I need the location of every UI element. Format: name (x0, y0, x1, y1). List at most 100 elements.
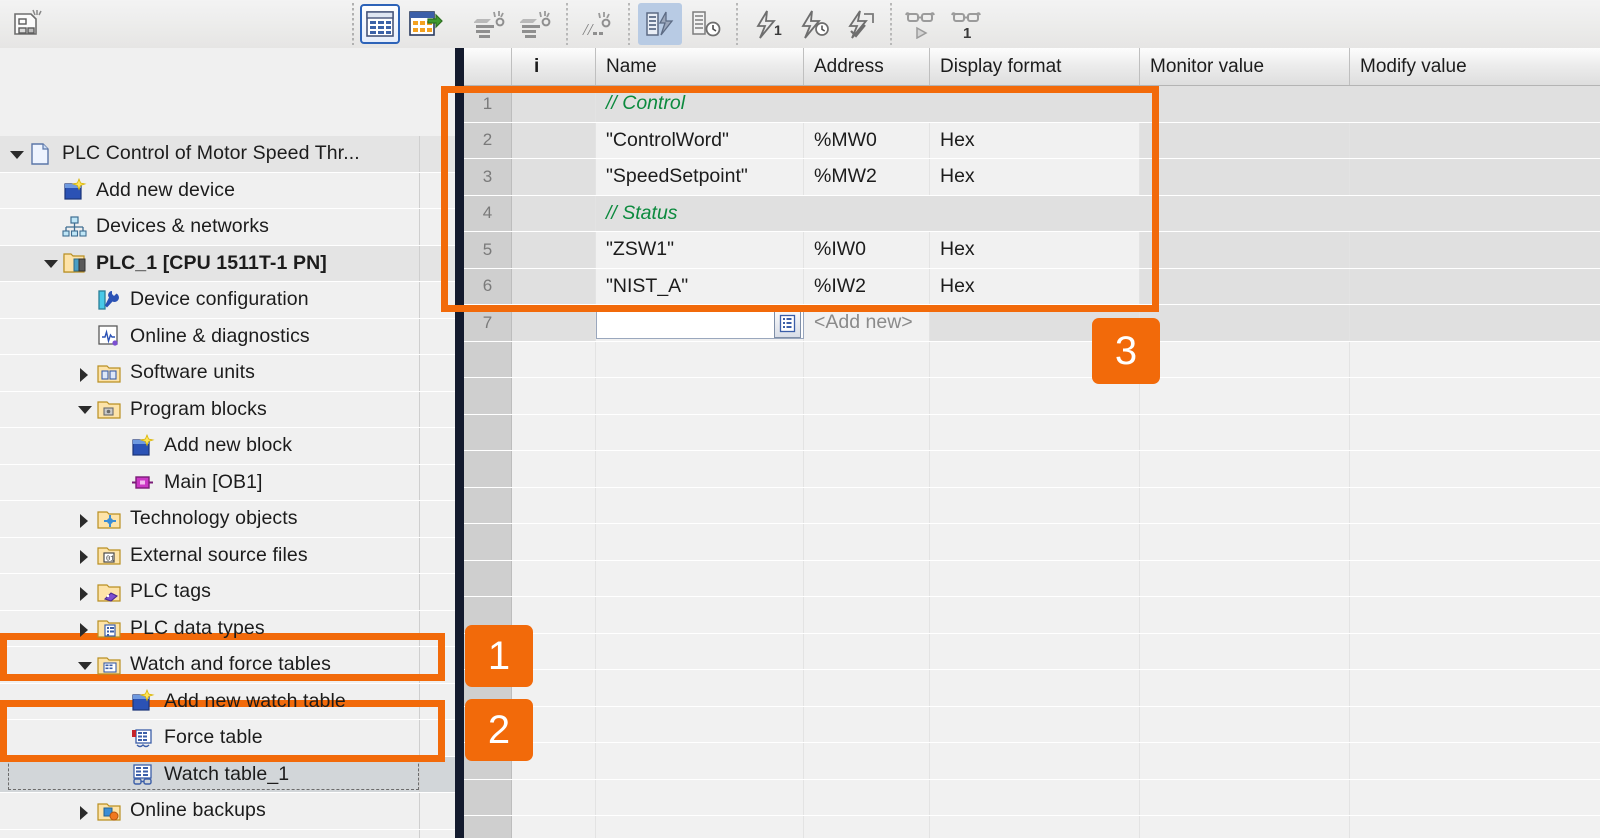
chevron-right-icon[interactable] (76, 803, 92, 820)
watch-table-empty-row[interactable] (464, 560, 1600, 597)
tree-item-plc-control-of-motor-speed-thr[interactable]: PLC Control of Motor Speed Thr... (0, 136, 455, 173)
cell-name[interactable]: "ControlWord" (596, 122, 804, 158)
tree-item-plc-1-cpu-1511t-1-pn[interactable]: PLC_1 [CPU 1511T-1 PN] (0, 245, 455, 282)
tree-item-add-new-device[interactable]: Add new device (0, 172, 455, 209)
insert-row-above-button[interactable] (468, 3, 512, 45)
watch-table-row[interactable]: 4 // Status (464, 195, 1600, 232)
cell-address[interactable]: %IW2 (804, 268, 930, 304)
add-new-cell[interactable]: <Add new> (804, 305, 930, 341)
watch-table-empty-row[interactable] (464, 341, 1600, 378)
watch-table-empty-row[interactable] (464, 670, 1600, 707)
header-modify-value[interactable]: Modify value (1350, 48, 1600, 85)
new-tag-name-cell[interactable] (596, 305, 804, 341)
watch-table-row[interactable]: 3 "SpeedSetpoint" %MW2 Hex (464, 159, 1600, 196)
enable-peripheral-outputs-button[interactable] (838, 3, 882, 45)
cell-modify-value[interactable] (1350, 268, 1600, 304)
cell-modify-value[interactable] (1350, 122, 1600, 158)
cell-address[interactable]: %IW0 (804, 232, 930, 268)
tree-item-add-new-watch-table[interactable]: Add new watch table (0, 683, 455, 720)
watch-table-row[interactable]: 6 "NIST_A" %IW2 Hex (464, 268, 1600, 305)
chevron-right-icon[interactable] (76, 584, 92, 601)
monitor-once-button[interactable]: 1 (946, 3, 990, 45)
insert-comment-line-button[interactable]: // (576, 3, 620, 45)
export-table-button[interactable] (406, 4, 446, 44)
new-tag-name-input[interactable] (596, 306, 804, 339)
watch-table-empty-row[interactable] (464, 816, 1600, 838)
cell-info[interactable] (512, 159, 596, 195)
chevron-right-icon[interactable] (76, 511, 92, 528)
tree-item-online-backups[interactable]: Online backups (0, 793, 455, 830)
watch-table-empty-row[interactable] (464, 779, 1600, 816)
watch-table-row[interactable]: 5 "ZSW1" %IW0 Hex (464, 232, 1600, 269)
cell-modify-value[interactable] (1350, 305, 1600, 341)
cell-modify-value[interactable] (1350, 232, 1600, 268)
cell-monitor-value[interactable] (1140, 232, 1350, 268)
tree-item-add-new-block[interactable]: Add new block (0, 428, 455, 465)
cell-info[interactable] (512, 195, 596, 231)
tree-item-devices-networks[interactable]: Devices & networks (0, 209, 455, 246)
tree-item-software-units[interactable]: Software units (0, 355, 455, 392)
tree-item-force-table[interactable]: Force table (0, 720, 455, 757)
header-address[interactable]: Address (804, 48, 930, 85)
modify-with-trigger-button[interactable] (792, 3, 836, 45)
chevron-right-icon[interactable] (76, 620, 92, 638)
cell-display-format[interactable]: Hex (930, 268, 1140, 304)
show-all-modify-columns-button[interactable] (684, 3, 728, 45)
tree-item-plc-tags[interactable]: PLC tags (0, 574, 455, 611)
monitor-all-button[interactable] (900, 3, 944, 45)
tree-item-watch-table-1[interactable]: Watch table_1 (0, 756, 455, 793)
watch-table-row[interactable]: 1 // Control (464, 86, 1600, 123)
watch-table-new-row[interactable]: 7 <Add new> (464, 305, 1600, 342)
chevron-right-icon[interactable] (76, 365, 92, 382)
insert-row-below-button[interactable] (514, 3, 558, 45)
cell-name[interactable]: "ZSW1" (596, 232, 804, 268)
watch-table-empty-row[interactable] (464, 597, 1600, 634)
show-table-view-button[interactable] (360, 4, 400, 44)
watch-table-empty-row[interactable] (464, 451, 1600, 488)
panel-divider[interactable] (455, 48, 464, 838)
cell-display-format[interactable]: Hex (930, 159, 1140, 195)
comment-line[interactable]: // Status (596, 195, 1600, 231)
watch-table-empty-row[interactable] (464, 633, 1600, 670)
tree-item-technology-objects[interactable]: Technology objects (0, 501, 455, 538)
watch-table-empty-row[interactable] (464, 524, 1600, 561)
cell-monitor-value[interactable] (1140, 159, 1350, 195)
cell-display-format[interactable]: Hex (930, 122, 1140, 158)
watch-table-empty-row[interactable] (464, 487, 1600, 524)
tree-item-program-blocks[interactable]: Program blocks (0, 391, 455, 428)
tree-item-plc-data-types[interactable]: PLC data types (0, 610, 455, 647)
cell-info[interactable] (512, 122, 596, 158)
chevron-right-icon[interactable] (76, 547, 92, 565)
cell-address[interactable]: %MW2 (804, 159, 930, 195)
chevron-down-icon[interactable] (76, 401, 92, 417)
cell-info[interactable] (512, 232, 596, 268)
cell-name[interactable]: "SpeedSetpoint" (596, 159, 804, 195)
cell-modify-value[interactable] (1350, 159, 1600, 195)
cell-monitor-value[interactable] (1140, 268, 1350, 304)
comment-line[interactable]: // Control (596, 86, 1600, 122)
header-monitor-value[interactable]: Monitor value (1140, 48, 1350, 85)
cell-info[interactable] (512, 86, 596, 122)
cell-display-format[interactable]: Hex (930, 232, 1140, 268)
tree-item-device-configuration[interactable]: Device configuration (0, 282, 455, 319)
header-name[interactable]: Name (596, 48, 804, 85)
cell-address[interactable]: %MW0 (804, 122, 930, 158)
cell-name[interactable]: "NIST_A" (596, 268, 804, 304)
expand-all-rows-button[interactable] (638, 3, 682, 45)
tree-item-watch-and-force-tables[interactable]: Watch and force tables (0, 647, 455, 684)
watch-table-empty-row[interactable] (464, 378, 1600, 415)
modify-now-button[interactable]: 1 (746, 3, 790, 45)
watch-table-empty-row[interactable] (464, 414, 1600, 451)
chevron-down-icon[interactable] (42, 255, 58, 271)
cell-monitor-value[interactable] (1140, 122, 1350, 158)
cell-info[interactable] (512, 305, 596, 341)
watch-table-empty-row[interactable] (464, 743, 1600, 780)
tree-item-main-ob1[interactable]: Main [OB1] (0, 464, 455, 501)
header-display-format[interactable]: Display format (930, 48, 1140, 85)
watch-table-empty-row[interactable] (464, 706, 1600, 743)
tree-item-external-source-files[interactable]: 01 External source files (0, 537, 455, 574)
cell-info[interactable] (512, 268, 596, 304)
tree-item-traces[interactable]: Traces (0, 829, 455, 838)
header-info[interactable]: i (512, 48, 596, 85)
tree-item-online-diagnostics[interactable]: Online & diagnostics (0, 318, 455, 355)
